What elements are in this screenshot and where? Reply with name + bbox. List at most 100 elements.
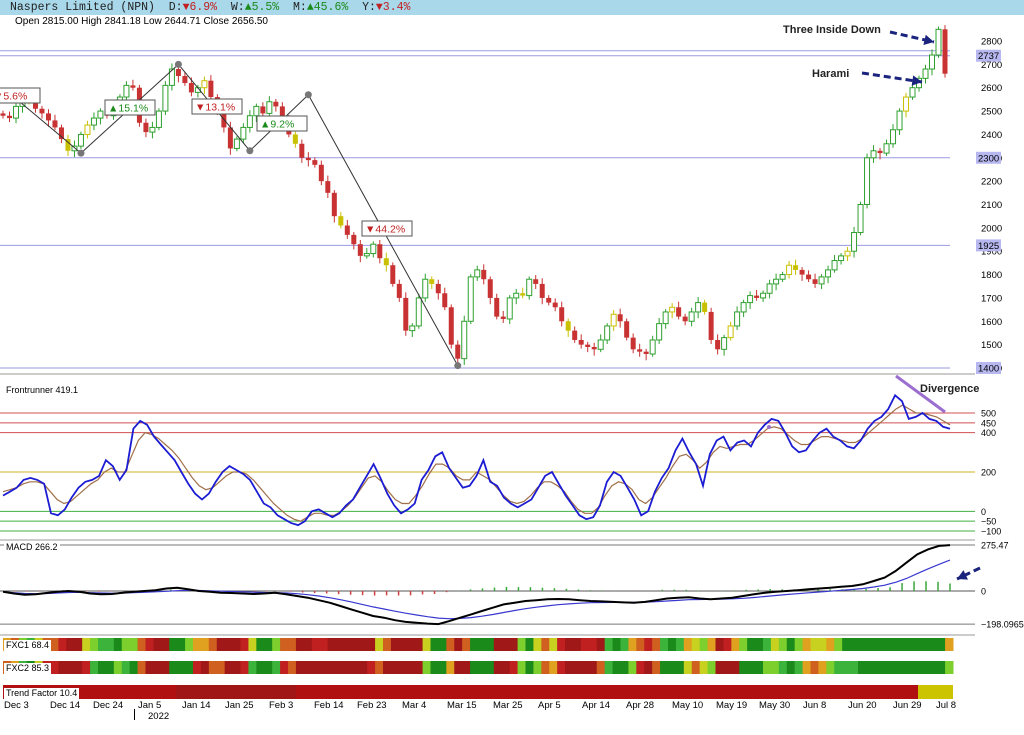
fxc2-cell <box>913 661 922 674</box>
fxc2-cell <box>311 661 321 674</box>
fxc2-cell <box>185 661 194 674</box>
candle-body-down <box>793 265 799 270</box>
fxc1-cell <box>185 638 194 651</box>
chart-canvas[interactable]: 1400150016001700180019002000210022002300… <box>0 0 1024 735</box>
fxc2-cell <box>153 661 162 674</box>
fxc2-cell <box>295 661 305 674</box>
fxc1-cell <box>66 638 75 651</box>
candle-body-up <box>896 110 903 131</box>
candle-body-up <box>922 68 929 79</box>
fxc2-cell <box>383 661 392 674</box>
candle-body-up <box>825 269 832 278</box>
swing-pivot <box>174 60 182 68</box>
candle-body-down <box>318 164 324 182</box>
candle-body-down <box>448 307 454 345</box>
price-tick-label: 2500 <box>981 107 1002 118</box>
fxc1-cell <box>770 638 780 651</box>
fxc2-cell <box>826 661 835 674</box>
level-badge-text: 1400 <box>978 364 999 375</box>
fxc1-cell <box>82 638 91 651</box>
fxc1-cell <box>786 638 796 651</box>
candle-body-up <box>513 292 520 299</box>
fxc1-cell <box>295 638 305 651</box>
fxc1-cell <box>430 638 439 651</box>
trend-factor-label: Trend Factor 10.4 <box>4 688 80 699</box>
fxc1-cell <box>541 638 550 651</box>
fxc2-cell <box>264 661 273 674</box>
fxc2-cell <box>573 661 582 674</box>
fxc1-cell <box>137 638 146 651</box>
fxc2-cell <box>216 661 226 674</box>
fxc1-cell <box>248 638 257 651</box>
fxc1-cell <box>161 638 170 651</box>
candle-body-down <box>494 297 500 317</box>
candle-body-up <box>669 306 676 313</box>
x-tick-label: Jun 29 <box>893 700 922 711</box>
fxc1-cell <box>834 638 843 651</box>
fxc2-cell <box>596 661 606 674</box>
fxc1-cell <box>913 638 922 651</box>
fxc1-cell <box>675 638 685 651</box>
candle-body-down <box>533 279 539 284</box>
fxc1-cell <box>802 638 811 651</box>
candle-body-down <box>305 157 311 161</box>
swing-percent-label: ▼13.1% <box>195 102 235 114</box>
candle-body-up <box>890 129 897 145</box>
fxc1-cell <box>406 638 416 651</box>
x-tick-label: Feb 3 <box>269 700 294 711</box>
candle-body-down <box>383 258 389 266</box>
fxc1-cell <box>620 638 629 651</box>
fxc2-cell <box>303 661 313 674</box>
x-tick-label: Jan 25 <box>225 700 254 711</box>
candle-body-down <box>351 234 357 245</box>
fxc2-cell <box>169 661 178 674</box>
level-badge-text: 1925 <box>978 241 999 252</box>
fxc2-cell <box>90 661 99 674</box>
candle-body-down <box>806 274 812 280</box>
fxc1-cell <box>359 638 368 651</box>
candle-body-up <box>870 150 877 159</box>
fxc1-cell <box>580 638 590 651</box>
candle-body-down <box>676 307 682 317</box>
fxc1-cell <box>319 638 329 651</box>
candle-body-up <box>857 204 864 234</box>
candle-body-down <box>377 244 383 259</box>
candle-body-down <box>487 279 493 298</box>
three-inside-down-label: Three Inside Down <box>783 24 881 36</box>
fxc1-cell <box>169 638 178 651</box>
x-tick-label: Feb 23 <box>357 700 387 711</box>
fxc1-cell <box>193 638 202 651</box>
candle-body-up <box>864 157 871 206</box>
fxc2-cell <box>406 661 416 674</box>
fxc1-cell <box>573 638 582 651</box>
candle-body-up <box>422 278 429 299</box>
fxc1-cell <box>652 638 661 651</box>
fxc2-cell <box>612 661 621 674</box>
fxc1-cell <box>818 638 827 651</box>
fxc2-cell <box>549 661 558 674</box>
macd-tick-label: 0 <box>981 587 986 597</box>
x-tick-label: Jun 8 <box>803 700 827 711</box>
candle-body-up <box>363 253 370 257</box>
fxc2-cell <box>675 661 685 674</box>
x-tick-label: Mar 25 <box>493 700 523 711</box>
fxc1-cell <box>668 638 677 651</box>
fxc1-cell <box>612 638 621 651</box>
candle-body-down <box>942 29 948 74</box>
candle-body-down <box>708 311 714 340</box>
macd-label: MACD 266.2 <box>4 542 60 553</box>
fxc1-cell <box>375 638 384 651</box>
candle-body-down <box>357 244 363 256</box>
fxc2-cell <box>786 661 796 674</box>
candle-body-up <box>662 311 669 325</box>
fxc1-cell <box>478 638 487 651</box>
fxc2-cell <box>770 661 780 674</box>
candle-body-up <box>935 28 942 56</box>
fxc1-cell <box>628 638 637 651</box>
candle-body-down <box>45 113 51 121</box>
candle-body-up <box>656 323 663 341</box>
candle-body-up <box>929 54 936 70</box>
fxc2-cell <box>873 661 883 674</box>
fxc1-cell <box>501 638 511 651</box>
fxc2-label: FXC2 85.3 <box>4 663 52 674</box>
